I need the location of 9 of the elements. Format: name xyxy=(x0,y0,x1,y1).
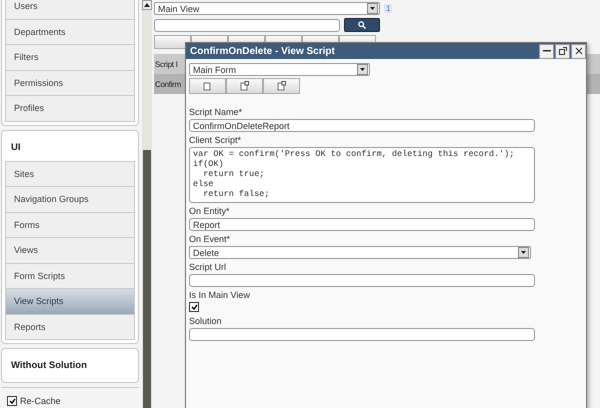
field-label: Script Url xyxy=(189,262,228,272)
field-label: Script Name* xyxy=(189,107,244,117)
recache-label: Re-Cache xyxy=(20,396,61,406)
field-label: On Entity* xyxy=(189,206,231,216)
field-label: Is In Main View xyxy=(189,290,251,300)
field-label: Client Script* xyxy=(189,135,242,145)
field-label: Solution xyxy=(189,316,223,326)
field-label: On Event* xyxy=(189,234,232,244)
dialog-title: ConfirmOnDelete - View Script xyxy=(190,46,335,56)
